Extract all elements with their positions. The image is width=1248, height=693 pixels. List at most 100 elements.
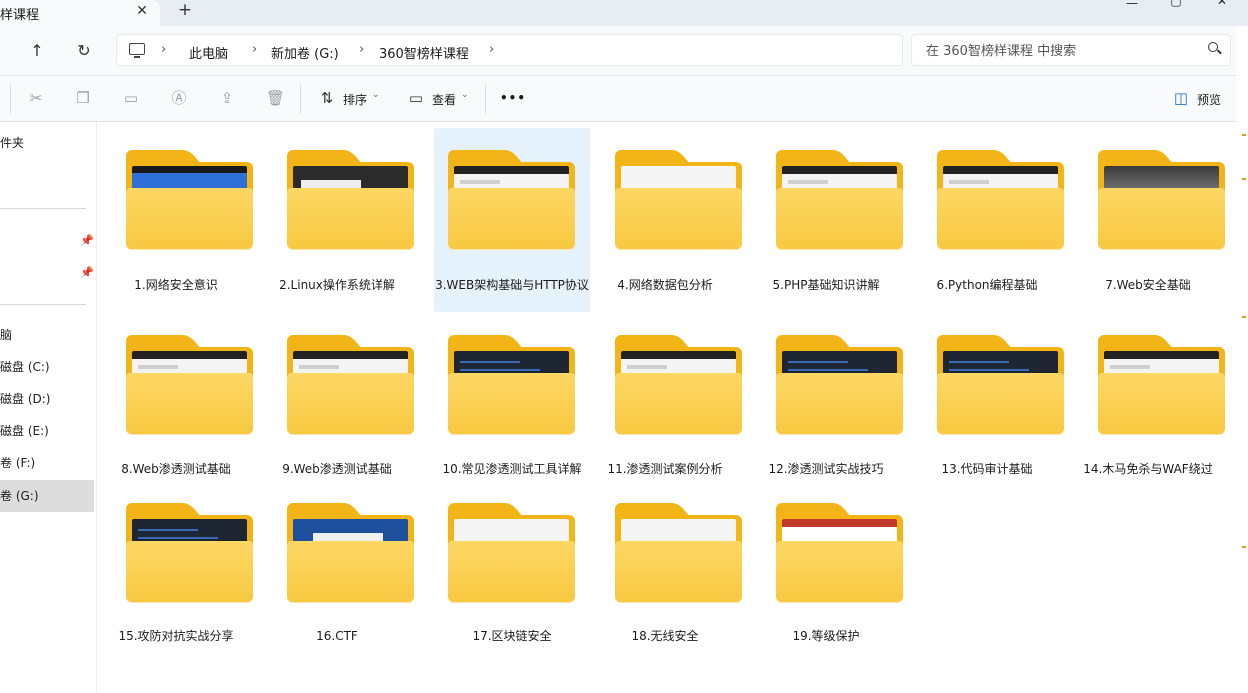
folder-item[interactable]: 14.木马免杀与WAF绕过 bbox=[1070, 313, 1226, 483]
sidebar-item-drive-g[interactable]: 卷 (G:) bbox=[0, 480, 94, 512]
folder-item[interactable]: 9.Web渗透测试基础 bbox=[259, 313, 415, 483]
folder-name: 8.Web渗透测试基础 bbox=[121, 462, 231, 476]
folder-item[interactable]: 11.渗透测试案例分析 bbox=[587, 313, 743, 483]
scroll-marker bbox=[1242, 178, 1246, 180]
close-window-button[interactable]: ✕ bbox=[1212, 0, 1232, 8]
folder-name: 17.区块链安全 bbox=[472, 629, 552, 643]
folder-icon: 智能合约漏洞进阶 bbox=[448, 503, 576, 603]
scroll-marker bbox=[1242, 546, 1246, 548]
rename-icon[interactable]: Ⓐ bbox=[170, 89, 188, 107]
folder-icon bbox=[776, 503, 904, 603]
sidebar-item-this-pc[interactable]: 脑 bbox=[0, 320, 94, 350]
folder-item[interactable]: 无线网络原理与风险 18.无线安全 bbox=[587, 481, 743, 651]
folder-name: 18.无线安全 bbox=[631, 629, 699, 643]
tab-title: 样课程 bbox=[0, 7, 40, 23]
folder-name: 15.攻防对抗实战分享 bbox=[118, 629, 234, 643]
folder-name: 14.木马免杀与WAF绕过 bbox=[1083, 462, 1213, 476]
folder-name: 19.等级保护 bbox=[792, 629, 860, 643]
tab-close-icon[interactable]: ✕ bbox=[134, 3, 150, 19]
up-arrow-icon[interactable]: ↑ bbox=[27, 41, 47, 61]
folder-grid: 1.网络安全意识 2.Linux操作系统详解 3.WEB架构基础与HTTP协议 协议 4… bbox=[98, 122, 1236, 693]
tab-current[interactable]: 样课程 ✕ bbox=[0, 0, 160, 26]
breadcrumb-drive-g[interactable]: 新加卷 (G:) bbox=[271, 43, 339, 62]
folder-item[interactable]: 19.等级保护 bbox=[748, 481, 904, 651]
address-bar[interactable]: › 此电脑 › 新加卷 (G:) › 360智榜样课程 › bbox=[116, 34, 903, 66]
chevron-right-icon[interactable]: › bbox=[489, 42, 494, 57]
chevron-down-icon[interactable]: ⌄ bbox=[372, 90, 380, 100]
search-input[interactable] bbox=[926, 41, 1196, 61]
sidebar-divider bbox=[0, 208, 86, 209]
folder-item[interactable]: 协议 4.网络数据包分析 bbox=[587, 128, 743, 312]
minimize-button[interactable]: — bbox=[1122, 0, 1142, 10]
folder-icon: 无线网络原理与风险 bbox=[615, 503, 743, 603]
folder-item[interactable]: 8.Web渗透测试基础 bbox=[98, 313, 254, 483]
sidebar-item-drive-c[interactable]: 磁盘 (C:) bbox=[0, 352, 94, 382]
file-explorer-window: 样课程 ✕ + — ▢ ✕ ↑ ↻ › 此电脑 › 新加卷 (G:) › 360… bbox=[0, 0, 1248, 693]
more-options-button[interactable]: ••• bbox=[500, 91, 526, 105]
sidebar-item-drive-e[interactable]: 磁盘 (E:) bbox=[0, 416, 94, 446]
folder-item[interactable]: 1.网络安全意识 bbox=[98, 128, 254, 312]
folder-name: 2.Linux操作系统详解 bbox=[279, 278, 395, 292]
folder-icon bbox=[287, 335, 415, 435]
folder-name: 1.网络安全意识 bbox=[134, 278, 218, 292]
folder-name: 6.Python编程基础 bbox=[936, 278, 1038, 292]
refresh-icon[interactable]: ↻ bbox=[74, 41, 94, 61]
chevron-down-icon[interactable]: ⌄ bbox=[461, 90, 469, 100]
search-icon[interactable] bbox=[1208, 42, 1218, 52]
share-icon[interactable]: ⇪ bbox=[218, 89, 236, 107]
breadcrumb-this-pc[interactable]: 此电脑 bbox=[189, 43, 228, 62]
folder-icon bbox=[287, 150, 415, 250]
sidebar-divider bbox=[0, 304, 86, 305]
new-tab-button[interactable]: + bbox=[176, 0, 194, 22]
chevron-right-icon[interactable]: › bbox=[252, 42, 257, 57]
scrollbar-track[interactable] bbox=[1236, 26, 1248, 693]
folder-item[interactable]: 6.Python编程基础 bbox=[909, 128, 1065, 312]
folder-item[interactable]: 15.攻防对抗实战分享 bbox=[98, 481, 254, 651]
sort-button[interactable]: 排序 bbox=[343, 91, 367, 108]
preview-button[interactable]: 预览 bbox=[1197, 91, 1221, 108]
folder-name: 16.CTF bbox=[316, 629, 358, 643]
folder-icon bbox=[776, 150, 904, 250]
scroll-marker bbox=[1242, 316, 1246, 318]
folder-item[interactable]: 智能合约漏洞进阶 17.区块链安全 bbox=[434, 481, 590, 651]
title-bar: 样课程 ✕ + — ▢ ✕ bbox=[0, 0, 1248, 26]
folder-item[interactable]: 12.渗透测试实战技巧 bbox=[748, 313, 904, 483]
computer-icon[interactable] bbox=[129, 43, 145, 58]
folder-icon bbox=[937, 150, 1065, 250]
folder-name: 3.WEB架构基础与HTTP协议 bbox=[435, 278, 589, 292]
folder-icon bbox=[287, 503, 415, 603]
folder-name: 4.网络数据包分析 bbox=[617, 278, 713, 292]
folder-name: 9.Web渗透测试基础 bbox=[282, 462, 392, 476]
cut-icon[interactable]: ✂ bbox=[27, 89, 45, 107]
folder-item[interactable]: 3.WEB架构基础与HTTP协议 bbox=[434, 128, 590, 312]
delete-icon[interactable]: 🗑 bbox=[266, 89, 285, 107]
maximize-button[interactable]: ▢ bbox=[1166, 0, 1186, 8]
folder-icon bbox=[776, 335, 904, 435]
paste-icon[interactable]: ▭ bbox=[122, 89, 140, 107]
folder-icon bbox=[126, 503, 254, 603]
breadcrumb-current-folder[interactable]: 360智榜样课程 bbox=[379, 43, 469, 62]
toolbar-divider bbox=[10, 84, 11, 114]
preview-pane-icon[interactable]: ◫ bbox=[1172, 89, 1190, 107]
folder-item[interactable]: 13.代码审计基础 bbox=[909, 313, 1065, 483]
folder-name: 10.常见渗透测试工具详解 bbox=[442, 462, 582, 476]
sidebar-item-folder[interactable]: 件夹 bbox=[0, 128, 94, 158]
sidebar-item-drive-f[interactable]: 卷 (F:) bbox=[0, 448, 94, 478]
sidebar-item-drive-d[interactable]: 磁盘 (D:) bbox=[0, 384, 94, 414]
sort-icon[interactable]: ⇅ bbox=[318, 89, 336, 107]
chevron-right-icon[interactable]: › bbox=[359, 42, 364, 57]
folder-icon bbox=[126, 335, 254, 435]
command-toolbar: ✂ ❐ ▭ Ⓐ ⇪ 🗑 ⇅ 排序 ⌄ ▭ 查看 ⌄ ••• ◫ 预览 bbox=[0, 76, 1248, 122]
view-icon[interactable]: ▭ bbox=[407, 89, 425, 107]
folder-icon bbox=[937, 335, 1065, 435]
copy-icon[interactable]: ❐ bbox=[74, 89, 92, 107]
folder-item[interactable]: 16.CTF bbox=[259, 481, 415, 651]
folder-icon: 协议 bbox=[615, 150, 743, 250]
view-button[interactable]: 查看 bbox=[432, 91, 456, 108]
folder-item[interactable]: 5.PHP基础知识讲解 bbox=[748, 128, 904, 312]
folder-item[interactable]: 10.常见渗透测试工具详解 bbox=[434, 313, 590, 483]
chevron-right-icon[interactable]: › bbox=[161, 42, 166, 57]
folder-item[interactable]: 2.Linux操作系统详解 bbox=[259, 128, 415, 312]
search-box[interactable] bbox=[911, 34, 1231, 66]
folder-item[interactable]: 7.Web安全基础 bbox=[1070, 128, 1226, 312]
